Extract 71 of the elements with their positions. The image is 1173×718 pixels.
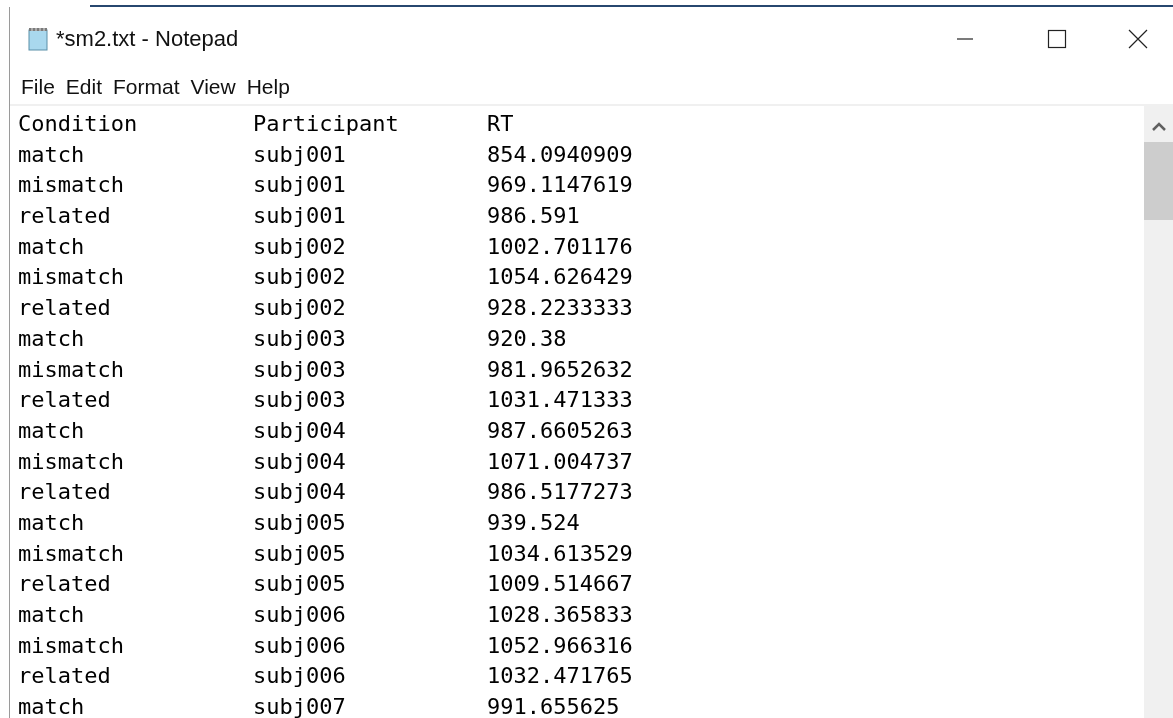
text-cell-text: 1032.471765 bbox=[487, 662, 633, 691]
text-cell-text: subj002 bbox=[253, 294, 346, 323]
text-cell-text: subj005 bbox=[253, 539, 346, 568]
text-cell-text: subj007 bbox=[253, 693, 346, 718]
text-cell-text: subj004 bbox=[253, 478, 346, 507]
text-cell-text: 939.524 bbox=[487, 508, 580, 537]
text-cell-text: related bbox=[18, 294, 111, 323]
text-cell-text: 969.1147619 bbox=[487, 171, 633, 200]
text-cell-text: match bbox=[18, 508, 85, 537]
text-cell-text: Condition bbox=[18, 110, 138, 138]
text-cell-text: subj001 bbox=[253, 202, 346, 231]
text-cell-text: related bbox=[18, 202, 111, 231]
text-cell-text: related bbox=[18, 570, 111, 599]
text-cell-text: subj006 bbox=[253, 662, 346, 691]
text-cell-text: match bbox=[18, 232, 85, 261]
text-cell-text: subj005 bbox=[253, 570, 346, 599]
vertical-scrollbar[interactable] bbox=[1144, 106, 1173, 718]
text-cell-text: subj005 bbox=[253, 508, 346, 537]
text-cell-text: 1034.613529 bbox=[487, 539, 633, 568]
scrollbar-thumb[interactable] bbox=[1144, 142, 1173, 220]
text-cell-text: 986.5177273 bbox=[487, 478, 633, 507]
text-cell-text: subj004 bbox=[253, 416, 346, 445]
text-cell-text: 854.0940909 bbox=[487, 140, 633, 169]
text-cell-text: mismatch bbox=[18, 631, 124, 660]
text-cell-text: subj003 bbox=[253, 386, 346, 415]
notepad-icon bbox=[26, 26, 50, 51]
text-cell-text: 987.6605263 bbox=[487, 416, 633, 445]
text-cell-text: mismatch bbox=[18, 355, 124, 384]
menu-item[interactable]: File bbox=[21, 75, 55, 99]
text-cell-text: related bbox=[18, 478, 111, 507]
text-cell-text: 928.2233333 bbox=[487, 294, 633, 323]
text-cell-text: subj002 bbox=[253, 263, 346, 292]
text-cell-text: subj001 bbox=[253, 140, 346, 169]
text-cell-text: 1031.471333 bbox=[487, 386, 633, 415]
text-cell-text: match bbox=[18, 416, 85, 445]
menu-item[interactable]: Edit bbox=[65, 75, 103, 99]
menu-item[interactable]: Format bbox=[113, 75, 180, 99]
text-cell-text: 1028.365833 bbox=[487, 601, 633, 629]
text-cell-text: Participant bbox=[253, 110, 399, 138]
window-title: *sm2.txt - Notepad bbox=[56, 25, 239, 52]
text-cell-text: 1002.701176 bbox=[487, 232, 633, 261]
text-cell-text: mismatch bbox=[18, 447, 124, 476]
text-cell-text: match bbox=[18, 140, 85, 169]
text-cell-text: RT bbox=[487, 110, 514, 138]
text-cell-text: 981.9652632 bbox=[487, 355, 633, 384]
maximize-icon[interactable] bbox=[1047, 28, 1067, 49]
text-cell-text: subj001 bbox=[253, 171, 346, 200]
text-cell-text: subj003 bbox=[253, 324, 346, 353]
text-cell-text: subj006 bbox=[253, 631, 346, 660]
text-cell-text: subj002 bbox=[253, 232, 346, 261]
text-cell-text: related bbox=[18, 386, 111, 415]
text-cell-text: related bbox=[18, 662, 111, 691]
text-cell-text: 1052.966316 bbox=[487, 631, 633, 660]
text-cell-text: 1071.004737 bbox=[487, 447, 633, 476]
text-cell-text: 920.38 bbox=[487, 324, 567, 353]
text-cell-text: subj004 bbox=[253, 447, 346, 476]
text-cell-text: match bbox=[18, 601, 85, 629]
text-cell-text: mismatch bbox=[18, 171, 124, 200]
text-cell-text: mismatch bbox=[18, 263, 124, 292]
text-cell-text: 1054.626429 bbox=[487, 263, 633, 292]
text-cell-text: 986.591 bbox=[487, 202, 580, 231]
text-cell-text: mismatch bbox=[18, 539, 124, 568]
text-cell-text: 991.655625 bbox=[487, 693, 620, 718]
text-cell-text: subj006 bbox=[253, 601, 346, 629]
menu-item[interactable]: Help bbox=[246, 75, 290, 99]
text-cell-text: match bbox=[18, 324, 85, 353]
text-cell-text: 1009.514667 bbox=[487, 570, 633, 599]
close-icon[interactable] bbox=[1128, 28, 1148, 49]
menu-item[interactable]: View bbox=[190, 75, 236, 99]
text-cell-text: subj003 bbox=[253, 355, 346, 384]
text-cell-text: match bbox=[18, 693, 85, 718]
